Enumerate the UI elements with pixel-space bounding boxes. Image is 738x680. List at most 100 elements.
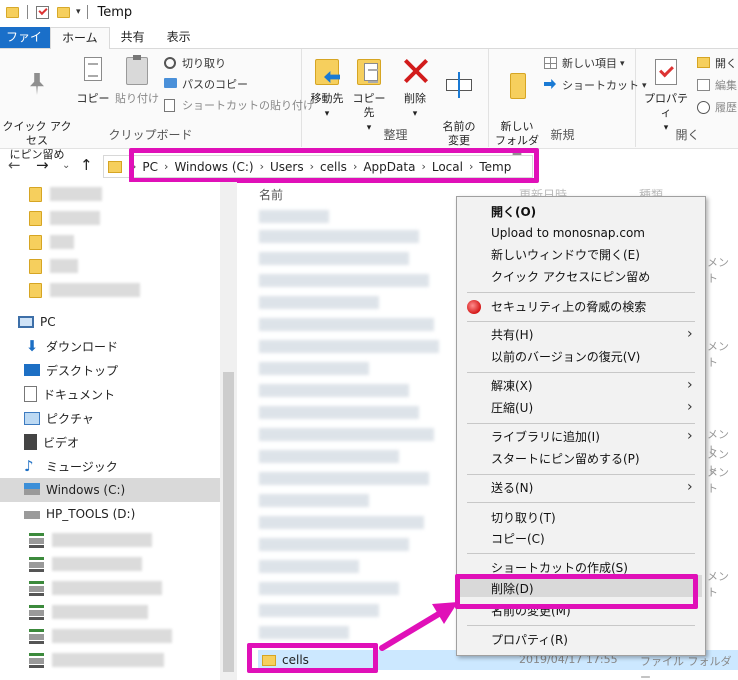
blurred-file-row[interactable] — [259, 626, 349, 639]
nav-item-hp-tools[interactable]: HP_TOOLS (D:) — [0, 502, 220, 526]
menu-item-copy[interactable]: コピー(C) — [491, 528, 545, 550]
recent-dropdown-icon[interactable]: ⌄ — [62, 160, 70, 171]
folder-icon — [29, 210, 42, 226]
menu-item-properties[interactable]: プロパティ(R) — [491, 629, 568, 651]
menu-item-cut[interactable]: 切り取り(T) — [491, 507, 556, 529]
properties-label: プロパティ — [644, 92, 688, 119]
scrollbar-thumb[interactable] — [223, 372, 234, 672]
menu-item-upload-monosnap[interactable]: Upload to monosnap.com — [491, 222, 645, 244]
paste-shortcut-button[interactable]: ショートカットの貼り付け — [164, 97, 314, 115]
nav-item-downloads[interactable]: ⬇ ダウンロード — [0, 334, 220, 358]
network-drive-icon — [29, 532, 44, 548]
menu-item-open-new-window[interactable]: 新しいウィンドウで開く(E) — [491, 244, 640, 266]
pin-quick-access-button[interactable]: クイック アクセス にピン留め — [2, 55, 72, 162]
blurred-file-row[interactable] — [259, 252, 409, 265]
nav-folder-blurred[interactable] — [0, 278, 220, 302]
open-label: 開く — [715, 57, 737, 70]
nav-item-pc[interactable]: PC — [0, 310, 220, 334]
blurred-label — [52, 581, 162, 595]
nav-network-drive[interactable] — [0, 624, 220, 648]
chevron-right-icon: › — [687, 428, 693, 444]
menu-item-open[interactable]: 開く(O) — [491, 201, 536, 223]
tab-file[interactable]: ファイル — [0, 27, 50, 65]
blurred-file-row[interactable] — [259, 210, 329, 223]
back-arrow-icon[interactable]: ← — [8, 156, 21, 174]
blurred-file-row[interactable] — [259, 472, 429, 485]
nav-item-documents[interactable]: ドキュメント — [0, 382, 220, 406]
nav-item-videos[interactable]: ビデオ — [0, 430, 220, 454]
menu-separator — [467, 553, 695, 554]
blurred-file-row[interactable] — [259, 384, 409, 397]
nav-folder-blurred[interactable] — [0, 182, 220, 206]
properties-button[interactable]: プロパティ ▾ — [641, 55, 691, 135]
menu-item-compress[interactable]: 圧縮(U) — [491, 397, 533, 419]
up-arrow-icon[interactable]: ↑ — [80, 156, 93, 174]
column-header-name[interactable]: 名前 — [259, 186, 283, 203]
new-folder-quick-icon[interactable] — [57, 6, 70, 18]
nav-network-drive[interactable] — [0, 528, 220, 552]
paste-button[interactable]: 貼り付け — [114, 55, 160, 106]
menu-item-send-to[interactable]: 送る(N) — [491, 477, 533, 499]
copy-button[interactable]: コピー — [74, 55, 112, 106]
blurred-file-row[interactable] — [259, 560, 359, 573]
nav-pane-scrollbar[interactable] — [220, 182, 237, 680]
file-explorer-window: ▾ Temp ファイル ホーム 共有 表示 クイック アクセス にピン留め コピ… — [0, 0, 738, 680]
menu-item-security-scan[interactable]: セキュリティ上の脅威の検索 — [491, 296, 646, 318]
nav-item-pictures[interactable]: ピクチャ — [0, 406, 220, 430]
nav-network-drive[interactable] — [0, 552, 220, 576]
edit-button[interactable]: 編集 — [697, 77, 737, 95]
nav-folder-blurred[interactable] — [0, 206, 220, 230]
blurred-file-row[interactable] — [259, 274, 429, 287]
nav-folder-blurred[interactable] — [0, 254, 220, 278]
nav-item-label: ピクチャ — [46, 411, 94, 426]
blurred-file-row[interactable] — [259, 538, 409, 551]
easy-access-button[interactable]: ショートカット ▾ — [544, 77, 647, 95]
blurred-file-row[interactable] — [259, 296, 379, 309]
forward-arrow-icon[interactable]: → — [36, 156, 49, 174]
blurred-file-row[interactable] — [259, 340, 439, 353]
blurred-file-row[interactable] — [259, 516, 424, 529]
copy-to-button[interactable]: コピー先 ▾ — [349, 55, 389, 135]
blurred-file-row[interactable] — [259, 318, 434, 331]
blurred-file-row[interactable] — [259, 494, 369, 507]
nav-item-music[interactable]: ♪ ミュージック — [0, 454, 220, 478]
ribbon: クイック アクセス にピン留め コピー 貼り付け 切り取り パスのコピー ショー… — [0, 49, 738, 161]
nav-item-label: デスクトップ — [46, 363, 119, 378]
open-button[interactable]: 開く — [697, 55, 737, 73]
blurred-file-row[interactable] — [259, 604, 379, 617]
new-item-button[interactable]: 新しい項目 ▾ — [544, 55, 625, 73]
nav-item-windows-c[interactable]: Windows (C:) — [0, 478, 220, 502]
history-button[interactable]: 履歴 — [697, 99, 737, 117]
blurred-file-row[interactable] — [259, 428, 434, 441]
move-to-button[interactable]: 移動先 ▾ — [307, 55, 347, 121]
nav-network-drive[interactable] — [0, 600, 220, 624]
menu-item-extract[interactable]: 解凍(X) — [491, 375, 533, 397]
network-drive-icon — [29, 628, 44, 644]
tab-view[interactable]: 表示 — [156, 27, 202, 48]
tab-share[interactable]: 共有 — [110, 27, 156, 48]
blurred-label — [50, 283, 140, 297]
blurred-file-row[interactable] — [259, 406, 419, 419]
new-folder-button[interactable]: 新しい フォルダー — [492, 55, 542, 162]
menu-item-share[interactable]: 共有(H) — [491, 324, 533, 346]
menu-item-pin-start[interactable]: スタートにピン留めする(P) — [491, 448, 640, 470]
blurred-file-row[interactable] — [259, 362, 369, 375]
blurred-file-row[interactable] — [259, 230, 419, 243]
menu-item-pin-quick-access[interactable]: クイック アクセスにピン留め — [491, 266, 650, 288]
copy-path-button[interactable]: パスのコピー — [164, 76, 248, 94]
menu-item-restore-versions[interactable]: 以前のバージョンの復元(V) — [491, 346, 640, 368]
cut-button[interactable]: 切り取り — [164, 55, 226, 73]
menu-item-add-to-library[interactable]: ライブラリに追加(I) — [491, 426, 600, 448]
nav-network-drive[interactable] — [0, 648, 220, 672]
tab-home[interactable]: ホーム — [50, 27, 110, 50]
nav-network-drive[interactable] — [0, 576, 220, 600]
nav-item-desktop[interactable]: デスクトップ — [0, 358, 220, 382]
paste-icon — [126, 55, 148, 85]
chevron-right-icon: › — [687, 326, 693, 342]
delete-button[interactable]: 削除 ▾ — [399, 55, 431, 121]
properties-quick-icon[interactable] — [36, 5, 49, 19]
quick-access-dropdown-icon[interactable]: ▾ — [76, 7, 81, 17]
download-icon: ⬇ — [25, 337, 39, 355]
blurred-file-row[interactable] — [259, 450, 399, 463]
nav-folder-blurred[interactable] — [0, 230, 220, 254]
